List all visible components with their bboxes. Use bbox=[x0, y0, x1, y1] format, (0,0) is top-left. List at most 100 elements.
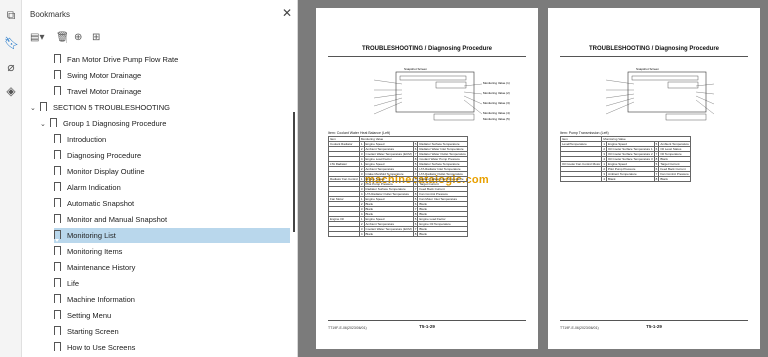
bookmark-item[interactable]: Monitor Display Outline bbox=[54, 164, 145, 179]
table-cell: Blank bbox=[606, 176, 655, 182]
bookmark-label: SECTION 5 TROUBLESHOOTING bbox=[53, 103, 170, 112]
monitoring-value-label: Monitoring Value (2) bbox=[483, 91, 510, 95]
pdf-viewer: ⧉ 🔖︎ ⌀ ◈ Bookmarks ✕ ▤▾ 🗑︎ ⊕ ⊞ Fan Motor… bbox=[0, 0, 768, 357]
snapshot-diagram: Snapshot Screen bbox=[605, 67, 715, 121]
table-cell: Radiator Water Outlet Temperature bbox=[417, 151, 468, 157]
table-cell: Blank bbox=[363, 231, 414, 237]
bookmark-item[interactable]: Monitor and Manual Snapshot bbox=[54, 212, 167, 227]
bookmark-icon bbox=[54, 134, 61, 146]
table-cell: Coolant Water Pump Pressure bbox=[417, 156, 468, 162]
table-cell: LTA Radiator Outlet Temperature bbox=[417, 171, 468, 177]
footer-rule bbox=[328, 320, 526, 321]
bookmark-icon[interactable]: 🔖︎ bbox=[4, 36, 19, 50]
bookmark-icon bbox=[54, 326, 61, 338]
pdf-page-left: TROUBLESHOOTING / Diagnosing Procedure S… bbox=[316, 8, 538, 349]
table-row: 4 Blank 8 Blank bbox=[559, 176, 691, 182]
title-rule bbox=[560, 56, 748, 57]
bookmark-item[interactable]: Fan Motor Drive Pump Flow Rate bbox=[54, 52, 178, 67]
monitoring-table: Item Monitoring Value Level/Temperature 1 En… bbox=[559, 136, 691, 182]
chevron-down-icon[interactable]: ⌄ bbox=[40, 117, 48, 132]
bookmark-icon bbox=[40, 102, 47, 114]
table-caption: Item: Pump Transmission (Left) bbox=[560, 131, 609, 135]
bookmark-item[interactable]: Introduction bbox=[54, 132, 106, 147]
bookmark-item[interactable]: ⌄ SECTION 5 TROUBLESHOOTING bbox=[30, 100, 170, 115]
table-caption: Item: Coolant Water Heat Balance (Left) bbox=[328, 131, 391, 135]
table-cell: Oil Cooler Surface Temperature 3 bbox=[606, 156, 655, 162]
table-cell: Radiator Fan Control bbox=[328, 176, 360, 182]
bookmark-label: Diagnosing Procedure bbox=[67, 151, 142, 160]
bookmark-item[interactable]: Setting Menu bbox=[54, 308, 111, 323]
diagram-title: Snapshot Screen bbox=[636, 67, 659, 71]
bookmark-label: Automatic Snapshot bbox=[67, 199, 135, 208]
bookmark-icon bbox=[54, 246, 61, 258]
options-icon[interactable]: ▤▾ bbox=[30, 30, 44, 46]
trash-icon[interactable]: 🗑︎ bbox=[56, 30, 69, 46]
chevron-down-icon[interactable]: ⌄ bbox=[30, 101, 38, 116]
bookmark-item[interactable]: Life bbox=[54, 276, 79, 291]
monitoring-value-label: Monitoring Value (3) bbox=[483, 101, 510, 105]
panel-header: Bookmarks ✕ bbox=[22, 0, 298, 30]
page-title: TROUBLESHOOTING / Diagnosing Procedure bbox=[588, 46, 719, 52]
bookmark-icon bbox=[54, 294, 61, 306]
bookmark-icon bbox=[54, 166, 61, 178]
bookmark-item[interactable]: Automatic Snapshot bbox=[54, 196, 134, 211]
table-cell: Ambient Temperature bbox=[658, 141, 691, 147]
bookmark-label: Swing Motor Drainage bbox=[67, 71, 142, 80]
bookmark-label: Monitor and Manual Snapshot bbox=[67, 215, 168, 224]
title-rule bbox=[328, 56, 526, 57]
bookmark-label: Introduction bbox=[67, 135, 107, 144]
bookmark-label: Fan Motor Drive Pump Flow Rate bbox=[67, 55, 179, 64]
bookmark-item[interactable]: Swing Motor Drainage bbox=[54, 68, 141, 83]
bookmark-icon bbox=[54, 214, 61, 226]
bookmark-item[interactable]: How to Use Screens bbox=[54, 340, 135, 355]
bookmarks-panel: Bookmarks ✕ ▤▾ 🗑︎ ⊕ ⊞ Fan Motor Drive Pu… bbox=[22, 0, 298, 357]
page-number: T5-1-29 bbox=[646, 324, 662, 329]
bookmark-label: Machine Information bbox=[67, 295, 135, 304]
diagram-title: Snapshot Screen bbox=[404, 67, 427, 71]
scrollbar-thumb[interactable] bbox=[293, 112, 295, 232]
table-cell: Radiator Surface Temperature bbox=[363, 186, 414, 192]
bookmark-item[interactable]: Machine Information bbox=[54, 292, 135, 307]
close-icon[interactable]: ✕ bbox=[282, 6, 292, 20]
attachment-icon[interactable]: ⌀ bbox=[4, 60, 18, 74]
table-cell: LTA Radiator Outlet Temperature bbox=[363, 191, 414, 197]
page-number: T5-1-29 bbox=[419, 324, 435, 329]
page-thumbnails-icon[interactable]: ⧉ bbox=[4, 8, 18, 22]
bookmark-toolbar: ▤▾ 🗑︎ ⊕ ⊞ bbox=[22, 30, 298, 48]
bookmark-item[interactable]: Monitoring List bbox=[54, 228, 290, 243]
bookmark-item[interactable]: Diagnosing Procedure bbox=[54, 148, 141, 163]
bookmark-icon bbox=[54, 310, 61, 322]
page-title: TROUBLESHOOTING / Diagnosing Procedure bbox=[361, 46, 492, 52]
bookmark-item[interactable]: ⌄ Group 1 Diagnosing Procedure bbox=[40, 116, 166, 131]
table-cell bbox=[559, 176, 603, 182]
bookmark-icon bbox=[54, 182, 61, 194]
scrollbar[interactable] bbox=[292, 52, 296, 352]
monitoring-value-label: Monitoring Value (1) bbox=[483, 81, 510, 85]
document-view[interactable]: TROUBLESHOOTING / Diagnosing Procedure S… bbox=[298, 0, 768, 357]
bookmark-item[interactable]: Alarm Indication bbox=[54, 180, 121, 195]
bookmark-item[interactable]: Starting Screen bbox=[54, 324, 119, 339]
add-bookmark-icon[interactable]: ⊕ bbox=[74, 30, 82, 46]
bookmark-item[interactable]: Travel Motor Drainage bbox=[54, 84, 141, 99]
layers-icon[interactable]: ◈ bbox=[4, 84, 18, 98]
table-cell: Radiator Surface Temperature bbox=[417, 141, 468, 147]
bookmark-icon bbox=[54, 230, 61, 242]
bookmark-label: Setting Menu bbox=[67, 311, 112, 320]
bookmark-icon bbox=[54, 342, 61, 354]
bookmark-item[interactable]: Monitoring Items bbox=[54, 244, 122, 259]
bookmark-expand-icon[interactable]: ⊞ bbox=[92, 30, 100, 46]
table-cell: Fan Control Pressure bbox=[658, 171, 691, 177]
pdf-page-right: TROUBLESHOOTING / Diagnosing Procedure S… bbox=[548, 8, 760, 349]
bookmark-tree: Fan Motor Drive Pump Flow Rate Swing Moto… bbox=[22, 52, 292, 357]
bookmark-label: Maintenance History bbox=[67, 263, 136, 272]
bookmark-icon bbox=[54, 262, 61, 274]
table-cell: Radiator Water Inlet Temperature bbox=[417, 176, 468, 182]
bookmark-icon bbox=[54, 278, 61, 290]
table-cell: Feed Back Current bbox=[658, 166, 691, 172]
bookmark-item[interactable]: Maintenance History bbox=[54, 260, 135, 275]
table-row: 4 Blank 8 Blank bbox=[328, 231, 468, 237]
table-cell: Coolant Water Temperature (ECM) bbox=[363, 226, 414, 232]
table-cell: Radiator Surface Temperature bbox=[417, 161, 468, 167]
bookmark-icon bbox=[54, 198, 61, 210]
monitoring-value-label: Monitoring Value (4) bbox=[483, 111, 510, 115]
